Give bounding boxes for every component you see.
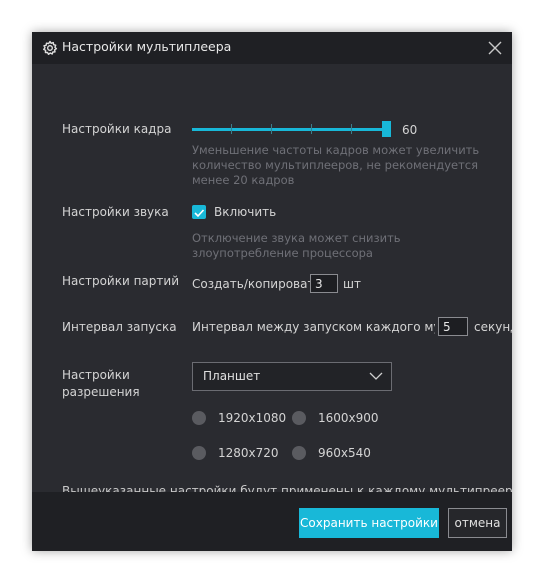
radio-1280x720[interactable] — [192, 446, 206, 460]
radio-label-1280x720: 1280x720 — [218, 446, 279, 460]
radio-label-1920x1080: 1920x1080 — [218, 411, 287, 425]
close-icon[interactable] — [486, 39, 504, 57]
frame-rate-slider[interactable] — [192, 128, 386, 131]
interval-seconds-input[interactable] — [438, 317, 468, 336]
frame-rate-hint: Уменьшение частоты кадров может увеличит… — [192, 143, 480, 187]
radio-960x540[interactable] — [292, 446, 306, 460]
frame-rate-value: 60 — [402, 123, 418, 137]
batch-count-input[interactable] — [310, 274, 338, 293]
sound-enable-label[interactable]: Включить — [214, 205, 276, 219]
checkmark-icon — [194, 209, 205, 218]
settings-apply-note: Вышеуказанные настройки будут применены … — [62, 484, 512, 492]
resolution-preset-value: Планшет — [203, 369, 261, 383]
batch-settings-label: Настройки партий — [62, 274, 179, 288]
save-settings-button[interactable]: Сохранить настройки — [299, 508, 439, 538]
interval-suffix: секунд — [474, 320, 512, 334]
batch-prefix: Создать/копировать — [192, 277, 322, 291]
slider-tick — [271, 124, 272, 134]
slider-tick — [351, 124, 352, 134]
resolution-preset-select[interactable]: Планшет — [192, 362, 392, 391]
dialog-footer: Сохранить настройки отмена — [32, 492, 512, 551]
slider-tick — [231, 124, 232, 134]
dialog-title: Настройки мультиплеера — [62, 39, 232, 54]
radio-1600x900[interactable] — [292, 411, 306, 425]
radio-label-960x540: 960x540 — [318, 446, 371, 460]
batch-suffix: шт — [343, 277, 361, 291]
chevron-down-icon — [369, 372, 383, 380]
sound-hint: Отключение звука может снизить злоупотре… — [192, 231, 401, 260]
gear-icon — [43, 40, 58, 55]
dialog-content: Настройки кадра 60 Уменьшение частоты ка… — [32, 64, 512, 492]
radio-1920x1080[interactable] — [192, 411, 206, 425]
multiplayer-settings-dialog: Настройки мультиплеера Настройки кадра 6… — [32, 32, 512, 551]
resolution-settings-label: Настройки разрешения — [62, 368, 140, 399]
slider-tick — [311, 124, 312, 134]
dialog-titlebar: Настройки мультиплеера — [32, 32, 512, 64]
launch-interval-label: Интервал запуска — [62, 320, 177, 334]
radio-label-1600x900: 1600x900 — [318, 411, 379, 425]
sound-settings-label: Настройки звука — [62, 205, 169, 219]
interval-prefix: Интервал между запуском каждого мульти — [192, 320, 435, 334]
cancel-button[interactable]: отмена — [448, 508, 507, 538]
frame-rate-slider-thumb[interactable] — [382, 121, 391, 137]
frame-settings-label: Настройки кадра — [62, 122, 172, 136]
sound-enable-checkbox[interactable] — [192, 205, 206, 219]
